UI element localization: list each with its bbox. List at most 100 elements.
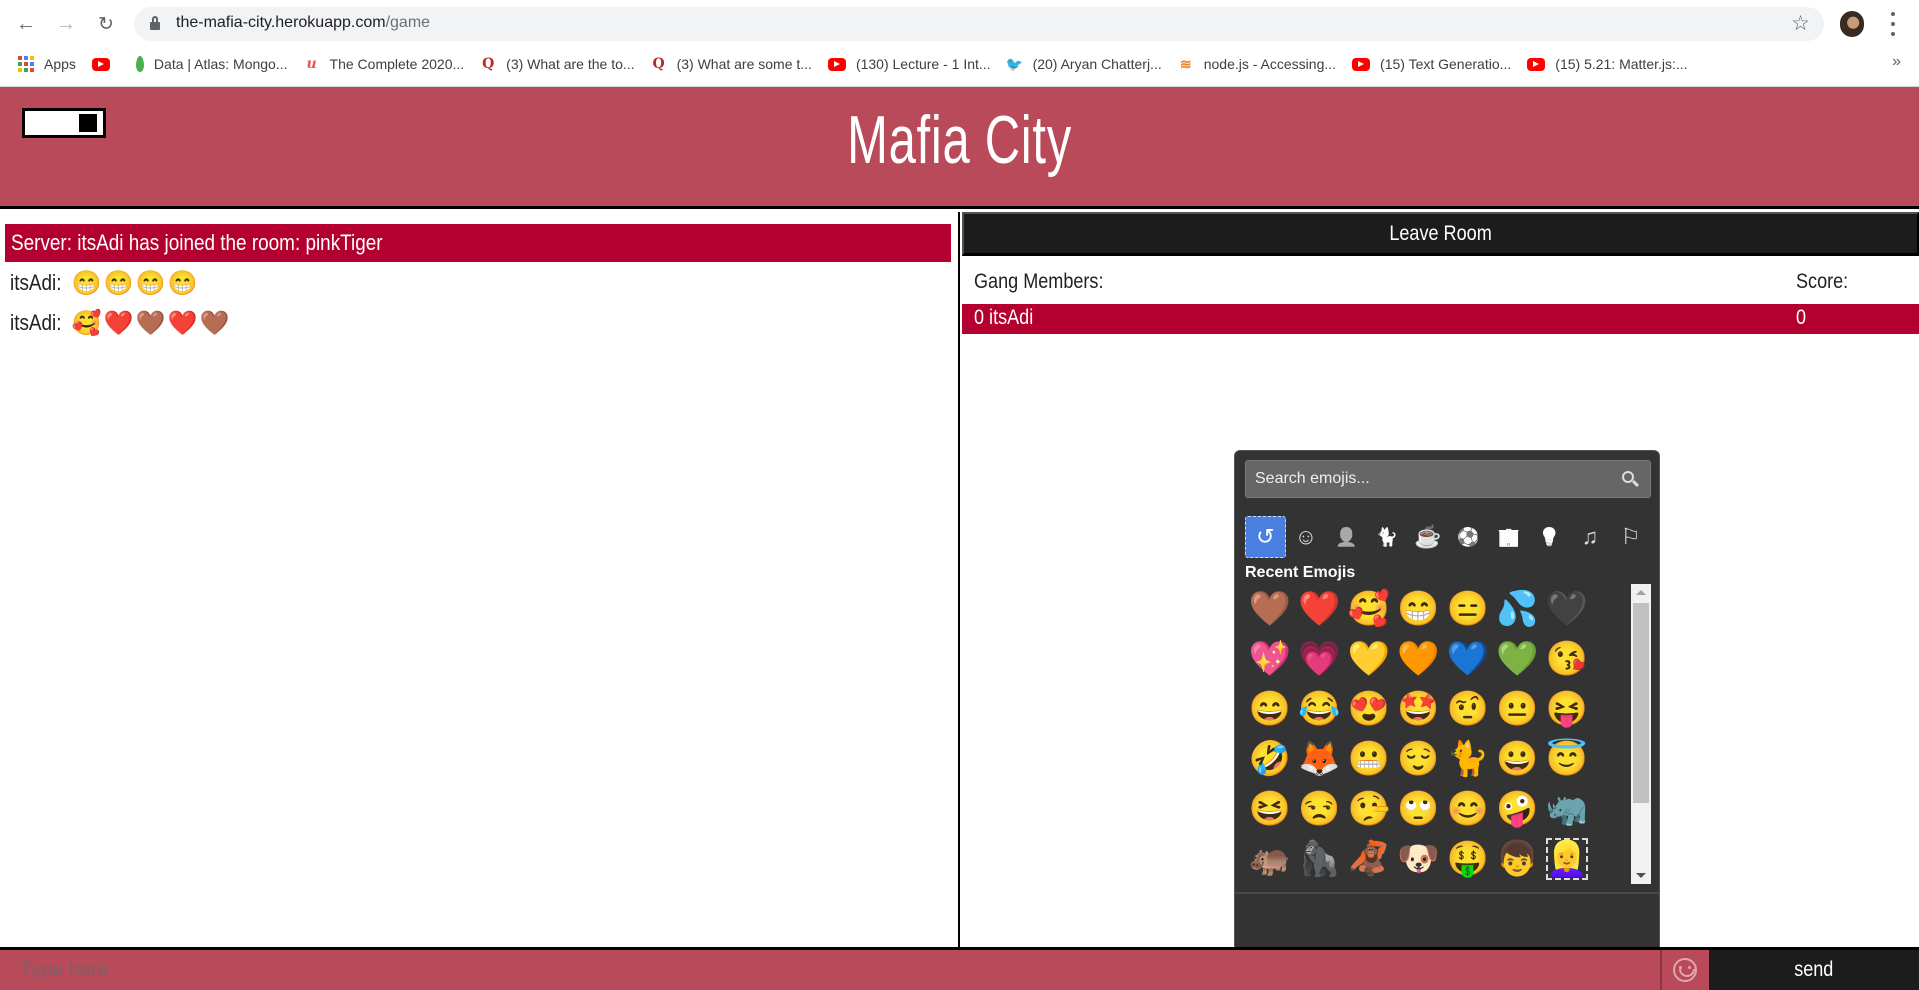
url-text[interactable]: the-mafia-city.herokuapp.com/game xyxy=(176,14,430,32)
back-button[interactable]: ← xyxy=(12,10,40,38)
flag-icon: ⚐ xyxy=(1620,524,1641,549)
emoji-option[interactable]: 💙 xyxy=(1443,634,1493,684)
bookmark-label: Apps xyxy=(44,56,76,72)
emoji-option[interactable]: 😁 xyxy=(1394,584,1444,634)
emoji-option[interactable]: 💛 xyxy=(1344,634,1394,684)
emoji-option[interactable]: 😬 xyxy=(1344,734,1394,784)
scrollbar-thumb[interactable] xyxy=(1633,603,1649,803)
server-message: Server: itsAdi has joined the room: pink… xyxy=(5,224,951,262)
emoji-option[interactable]: 😆 xyxy=(1245,784,1295,834)
emoji-option[interactable]: 🤩 xyxy=(1394,684,1444,734)
youtube-icon xyxy=(827,57,846,71)
emoji-option[interactable]: 😐 xyxy=(1493,684,1543,734)
emoji-option[interactable]: 💗 xyxy=(1295,634,1345,684)
bookmark-youtube[interactable] xyxy=(84,50,128,78)
app-header: Mafia City xyxy=(0,87,1919,209)
emoji-option[interactable]: 🦍 xyxy=(1295,834,1345,884)
bookmark-quora-1[interactable]: Q (3) What are the to... xyxy=(472,50,642,78)
tab-activities[interactable]: ⚽ xyxy=(1448,516,1489,558)
emoji-option[interactable]: 😝 xyxy=(1542,684,1592,734)
emoji-option[interactable]: 🤪 xyxy=(1493,784,1543,834)
twitter-icon: 🐦 xyxy=(1005,55,1024,72)
emoji-option[interactable]: 🖤 xyxy=(1542,584,1592,634)
tab-flags[interactable]: ⚐ xyxy=(1610,516,1651,558)
emoji-option[interactable]: 👦 xyxy=(1493,834,1543,884)
emoji-scrollbar[interactable] xyxy=(1631,584,1651,884)
bookmark-star-icon[interactable]: ☆ xyxy=(1791,11,1810,36)
emoji-option[interactable]: 😀 xyxy=(1493,734,1543,784)
bookmark-lecture[interactable]: (130) Lecture - 1 Int... xyxy=(820,50,999,78)
emoji-search-input[interactable] xyxy=(1246,461,1606,497)
emoji-option[interactable]: 🤣 xyxy=(1245,734,1295,784)
gang-members-header: Gang Members: Score: xyxy=(962,268,1919,298)
emoji-option[interactable]: 🦛 xyxy=(1245,834,1295,884)
member-name: 0 itsAdi xyxy=(974,306,1034,329)
emoji-option[interactable]: 💖 xyxy=(1245,634,1295,684)
emoji-option[interactable]: 😊 xyxy=(1443,784,1493,834)
tab-animals[interactable]: 🐈 xyxy=(1367,516,1408,558)
tab-travel[interactable]: 🏢 xyxy=(1489,516,1530,558)
emoji-option[interactable]: 😑 xyxy=(1443,584,1493,634)
bookmark-stackoverflow[interactable]: ≋ node.js - Accessing... xyxy=(1170,50,1344,78)
coffee-icon: ☕ xyxy=(1413,524,1442,549)
bookmark-mongodb-atlas[interactable]: Data | Atlas: Mongo... xyxy=(128,50,296,78)
url-host: the-mafia-city.herokuapp.com xyxy=(176,14,386,31)
forward-button[interactable]: → xyxy=(52,10,80,38)
bookmark-twitter[interactable]: 🐦 (20) Aryan Chatterj... xyxy=(999,50,1170,78)
emoji-option[interactable]: 😄 xyxy=(1245,684,1295,734)
emoji-option[interactable]: 😇 xyxy=(1542,734,1592,784)
message-input[interactable] xyxy=(0,950,1660,990)
emoji-option[interactable]: 👱‍♀️ xyxy=(1542,834,1592,884)
emoji-option[interactable]: 🤨 xyxy=(1443,684,1493,734)
bookmark-quora-2[interactable]: Q (3) What are some t... xyxy=(643,50,820,78)
tab-people[interactable]: 👤 xyxy=(1326,516,1367,558)
emoji-option[interactable]: 🦊 xyxy=(1295,734,1345,784)
emoji-option[interactable]: 🦧 xyxy=(1344,834,1394,884)
bookmark-label: (15) Text Generatio... xyxy=(1380,56,1512,72)
tab-smileys[interactable]: ☺ xyxy=(1286,516,1327,558)
tab-recent[interactable]: ↺ xyxy=(1245,516,1286,558)
leave-room-button[interactable]: Leave Room xyxy=(962,212,1919,256)
bookmark-apps[interactable]: Apps xyxy=(0,50,84,78)
kebab-menu-icon[interactable] xyxy=(1890,12,1896,36)
emoji-option[interactable]: 🐈 xyxy=(1443,734,1493,784)
address-bar[interactable]: the-mafia-city.herokuapp.com/game ☆ xyxy=(134,7,1824,41)
emoji-option[interactable]: 🤥 xyxy=(1344,784,1394,834)
more-bookmarks-button[interactable]: » xyxy=(1892,53,1901,71)
emoji-option[interactable]: 🤑 xyxy=(1443,834,1493,884)
tab-food[interactable]: ☕ xyxy=(1407,516,1448,558)
emoji-option[interactable]: 🦏 xyxy=(1542,784,1592,834)
composer-bar: send xyxy=(0,947,1919,990)
emoji-option[interactable]: 😌 xyxy=(1394,734,1444,784)
tab-objects[interactable]: 💡 xyxy=(1529,516,1570,558)
emoji-toggle-button[interactable] xyxy=(1660,950,1708,990)
bookmark-matterjs[interactable]: (15) 5.21: Matter.js:... xyxy=(1519,50,1695,78)
bookmark-label: (20) Aryan Chatterj... xyxy=(1032,56,1162,72)
emoji-option[interactable]: 😂 xyxy=(1295,684,1345,734)
emoji-option[interactable]: 🐶 xyxy=(1394,834,1444,884)
emoji-option[interactable]: 💚 xyxy=(1493,634,1543,684)
message-text: 🥰❤️🤎❤️🤎 xyxy=(71,309,232,337)
emoji-option[interactable]: 🥰 xyxy=(1344,584,1394,634)
youtube-icon xyxy=(91,57,110,71)
emoji-option[interactable]: 🧡 xyxy=(1394,634,1444,684)
bookmark-label: (3) What are the to... xyxy=(506,56,635,72)
theme-toggle[interactable] xyxy=(22,108,106,138)
emoji-option[interactable]: ❤️ xyxy=(1295,584,1345,634)
scroll-up-arrow-icon[interactable] xyxy=(1636,590,1646,595)
bookmark-udemy[interactable]: u The Complete 2020... xyxy=(296,50,473,78)
reload-button[interactable]: ↻ xyxy=(92,10,120,38)
send-button[interactable]: send xyxy=(1709,950,1919,990)
emoji-option[interactable]: 😍 xyxy=(1344,684,1394,734)
profile-avatar[interactable] xyxy=(1840,11,1864,37)
tab-symbols[interactable]: ♫ xyxy=(1570,516,1611,558)
emoji-option[interactable]: 🙄 xyxy=(1394,784,1444,834)
emoji-option[interactable]: 😒 xyxy=(1295,784,1345,834)
emoji-option[interactable]: 🤎 xyxy=(1245,584,1295,634)
emoji-option[interactable]: 💦 xyxy=(1493,584,1543,634)
bookmark-text-generation[interactable]: (15) Text Generatio... xyxy=(1344,50,1519,78)
emoji-option[interactable]: 😘 xyxy=(1542,634,1592,684)
soccer-ball-icon: ⚽ xyxy=(1457,526,1480,547)
scroll-down-arrow-icon[interactable] xyxy=(1636,873,1646,878)
lightbulb-icon: 💡 xyxy=(1538,526,1561,547)
